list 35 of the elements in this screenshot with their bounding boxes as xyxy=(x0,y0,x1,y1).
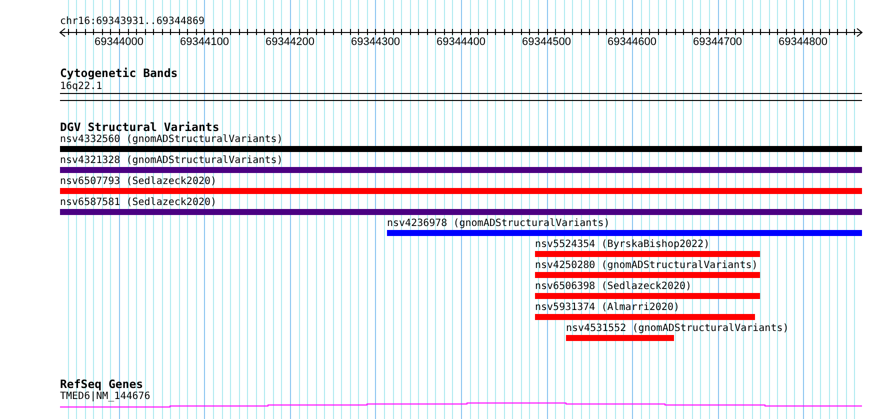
tick-label: 69344500 xyxy=(522,36,571,48)
variant-label: nsv6587581 (Sedlazeck2020) xyxy=(60,197,217,208)
band-label: 16q22.1 xyxy=(60,81,102,92)
variant-label: nsv5931374 (Almarri2020) xyxy=(535,302,680,313)
variant-label: nsv4531552 (gnomADStructuralVariants) xyxy=(566,323,789,334)
gene-label: TMED6|NM_144676 xyxy=(60,391,150,402)
variant-bar[interactable] xyxy=(535,293,760,299)
variant-bar[interactable] xyxy=(535,251,760,257)
tick-label: 69344100 xyxy=(180,36,229,48)
tick-label: 69344600 xyxy=(608,36,656,48)
variant-label: nsv4321328 (gnomADStructuralVariants) xyxy=(60,155,283,166)
variant-bar[interactable] xyxy=(60,188,862,194)
variant-bar[interactable] xyxy=(387,230,862,236)
variant-bar[interactable] xyxy=(535,272,760,278)
tick-label: 69344300 xyxy=(351,36,400,48)
tick-label: 69344400 xyxy=(436,36,486,48)
variant-label: nsv4236978 (gnomADStructuralVariants) xyxy=(387,218,610,229)
variant-bar[interactable] xyxy=(566,335,674,341)
tick-label: 69344000 xyxy=(94,36,144,48)
variant-bar[interactable] xyxy=(60,209,862,215)
track-title: Cytogenetic Bands xyxy=(60,67,178,80)
variant-bar[interactable] xyxy=(60,167,862,173)
ruler-label: chr16:69343931..69344869 xyxy=(60,16,204,27)
track-title: DGV Structural Variants xyxy=(60,121,220,134)
variant-label: nsv4332560 (gnomADStructuralVariants) xyxy=(60,134,283,145)
variant-label: nsv6507793 (Sedlazeck2020) xyxy=(60,176,217,187)
tick-label: 69344800 xyxy=(778,36,828,48)
tick-label: 69344200 xyxy=(266,36,314,48)
variant-label: nsv6506398 (Sedlazeck2020) xyxy=(535,281,692,292)
variant-bar[interactable] xyxy=(535,314,755,320)
variant-bar[interactable] xyxy=(60,146,862,152)
track-title: RefSeq Genes xyxy=(60,378,144,391)
variant-label: nsv5524354 (ByrskaBishop2022) xyxy=(535,239,710,250)
variant-label: nsv4250280 (gnomADStructuralVariants) xyxy=(535,260,758,271)
tick-label: 69344700 xyxy=(693,36,742,48)
